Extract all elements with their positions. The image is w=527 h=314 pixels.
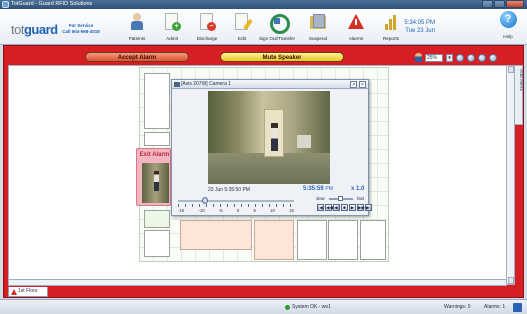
camera-icon bbox=[174, 82, 180, 87]
window-title: TotGuard - Guard RFID Solutions bbox=[11, 1, 93, 7]
zoom-out-icon[interactable] bbox=[467, 53, 475, 62]
speed-slider[interactable]: slow fast bbox=[316, 195, 366, 203]
suspend-icon bbox=[309, 12, 327, 31]
camera-window: [Axis 207W] Camera 1 ↗ × 23 Jun 5:35:50 … bbox=[171, 79, 372, 216]
rewind-icon[interactable]: ◀◀ bbox=[325, 204, 333, 211]
room bbox=[360, 220, 386, 260]
zoom-in-icon[interactable] bbox=[456, 53, 464, 62]
patients-icon bbox=[128, 12, 146, 31]
locate-person-icon[interactable] bbox=[415, 53, 422, 62]
edit-button[interactable]: Edit bbox=[222, 12, 262, 44]
status-info-icon[interactable] bbox=[513, 303, 522, 312]
timeline-handle[interactable] bbox=[202, 197, 208, 204]
system-status-indicator bbox=[285, 305, 290, 310]
suspend-button[interactable]: Suspend bbox=[298, 12, 338, 44]
help-button[interactable]: ? Help bbox=[496, 11, 520, 39]
edit-icon bbox=[233, 12, 253, 31]
close-button[interactable] bbox=[506, 0, 524, 8]
playback-timeline[interactable]: -15 -10 -5 0 5 10 15 bbox=[178, 197, 296, 215]
room bbox=[144, 210, 170, 228]
room bbox=[144, 230, 170, 257]
alarm-warning-icon bbox=[347, 12, 365, 31]
skip-start-icon[interactable]: |◀ bbox=[317, 204, 324, 211]
window-title-bar: TotGuard - Guard RFID Solutions bbox=[0, 0, 527, 9]
sign-out-transfer-icon bbox=[268, 12, 290, 34]
patients-button[interactable]: Patients bbox=[117, 12, 157, 44]
room bbox=[144, 73, 170, 129]
main-toolbar: totguard For Service Call 604-998-4018 P… bbox=[0, 9, 527, 45]
discharge-icon: − bbox=[198, 12, 216, 31]
sign-out-transfer-button[interactable]: Sign Out/Transfer bbox=[257, 12, 297, 44]
exit-alarm-label: Exit Alarm bbox=[139, 152, 170, 158]
fit-view-icon[interactable] bbox=[478, 53, 486, 62]
alarm-action-bar: Accept Alarm Mute Speaker 25% ▾ bbox=[4, 48, 523, 63]
app-icon bbox=[2, 1, 9, 8]
admit-button[interactable]: + Admit bbox=[152, 12, 192, 44]
play-icon[interactable]: ▶ bbox=[349, 204, 356, 211]
zoom-select[interactable]: 25% bbox=[425, 53, 443, 62]
window-controls bbox=[482, 0, 524, 9]
mute-speaker-button[interactable]: Mute Speaker bbox=[220, 52, 344, 62]
discharge-button[interactable]: − Discharge bbox=[187, 12, 227, 44]
admit-icon: + bbox=[163, 12, 181, 31]
side-tab-add-alerts[interactable]: Add Alerts bbox=[514, 65, 523, 125]
room bbox=[328, 220, 358, 260]
current-time: 5:34:05 PM Tue 23 Jun bbox=[404, 20, 435, 34]
stop-icon[interactable]: ■ bbox=[341, 204, 348, 211]
fast-forward-icon[interactable]: ▶▶ bbox=[357, 204, 365, 211]
alarms-button[interactable]: Alarms bbox=[336, 12, 376, 44]
camera-header: [Axis 207W] Camera 1 ↗ × bbox=[172, 80, 368, 89]
playback-speed: x 1.0 bbox=[351, 186, 365, 192]
skip-end-icon[interactable]: ▶| bbox=[365, 204, 372, 211]
step-back-icon[interactable]: ◀| bbox=[333, 204, 340, 211]
service-contact: For Service Call 604-998-4018 bbox=[62, 23, 100, 34]
scroll-down-icon[interactable] bbox=[508, 277, 514, 284]
refresh-icon[interactable] bbox=[489, 53, 497, 62]
status-bar: System OK - wo1 Warnings: 0 Alarms: 1 bbox=[0, 299, 527, 314]
zoom-dropdown-icon[interactable]: ▾ bbox=[446, 53, 453, 62]
camera-close-icon[interactable]: × bbox=[359, 81, 366, 88]
exit-alarm-snapshot[interactable] bbox=[142, 163, 169, 203]
accept-alarm-button[interactable]: Accept Alarm bbox=[85, 52, 189, 62]
zoom-controls: 25% ▾ bbox=[415, 52, 497, 63]
playback-time: 5:35:59 PM bbox=[303, 186, 333, 192]
horizontal-scrollbar[interactable] bbox=[8, 279, 507, 286]
camera-video-feed[interactable] bbox=[208, 91, 330, 184]
exit-alarm-marker[interactable]: Exit Alarm bbox=[136, 148, 171, 206]
totguard-logo: totguard bbox=[11, 22, 58, 37]
room bbox=[180, 220, 252, 250]
speed-handle[interactable] bbox=[338, 196, 343, 201]
system-status: System OK - wo1 bbox=[292, 304, 331, 310]
minimize-button[interactable] bbox=[482, 0, 493, 8]
warnings-count[interactable]: Warnings: 0 bbox=[444, 300, 471, 314]
room bbox=[144, 132, 170, 146]
alarms-count[interactable]: Alarms: 1 bbox=[484, 300, 505, 314]
maximize-button[interactable] bbox=[494, 0, 505, 8]
popout-icon[interactable]: ↗ bbox=[350, 81, 357, 88]
playback-controls: |◀ ◀◀ ◀| ■ ▶ ▶▶ ▶| bbox=[317, 204, 372, 211]
help-icon: ? bbox=[499, 11, 517, 28]
room bbox=[297, 220, 327, 260]
floor-tab[interactable]: 1st Floor bbox=[8, 287, 48, 297]
camera-title: [Axis 207W] Camera 1 bbox=[181, 81, 232, 87]
room bbox=[254, 220, 294, 260]
recording-timestamp: 23 Jun 5:35:50 PM bbox=[208, 187, 250, 193]
